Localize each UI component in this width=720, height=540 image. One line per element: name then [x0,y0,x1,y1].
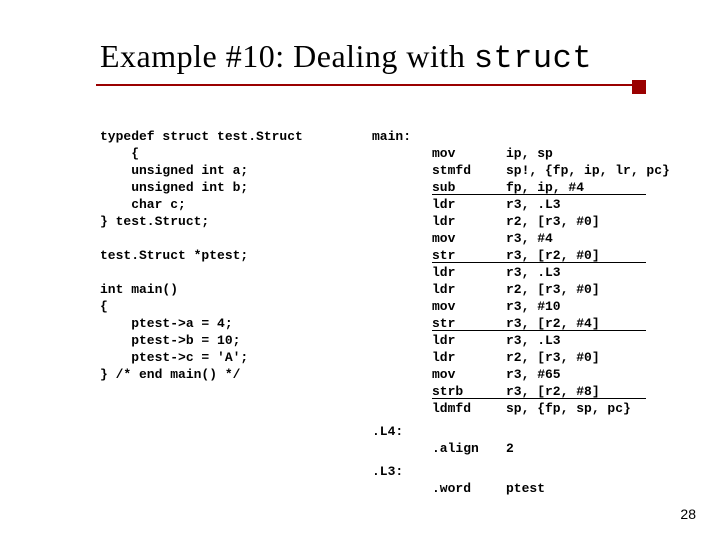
asm-group-underline [432,398,646,399]
asm-row: .L4: [372,423,670,440]
asm-label [372,230,432,247]
asm-row: .wordptest [372,480,670,497]
asm-label [372,247,432,264]
asm-label [372,281,432,298]
asm-label [372,400,432,417]
asm-label: .L3: [372,463,432,480]
asm-op: mov [432,145,506,162]
asm-op: ldr [432,213,506,230]
asm-row: .L3: [372,463,670,480]
asm-args: r3, .L3 [506,196,670,213]
asm-label: .L4: [372,423,432,440]
title-text: Example #10: Dealing with [100,38,474,74]
asm-args [506,423,670,440]
asm-label [372,264,432,281]
asm-op: ldr [432,196,506,213]
asm-row: ldrr3, .L3 [372,332,670,349]
asm-args: r2, [r3, #0] [506,349,670,366]
asm-op: stmfd [432,162,506,179]
asm-row: ldmfdsp, {fp, sp, pc} [372,400,670,417]
asm-row: movr3, #4 [372,230,670,247]
page-number: 28 [680,506,696,522]
title-accent-box [632,80,646,94]
asm-args: ip, sp [506,145,670,162]
asm-op: .word [432,480,506,497]
asm-args: sp!, {fp, ip, lr, pc} [506,162,670,179]
asm-row: movip, sp [372,145,670,162]
asm-label [372,332,432,349]
asm-label [372,480,432,497]
asm-label [372,196,432,213]
asm-op [432,423,506,440]
asm-label [372,349,432,366]
asm-group-underline [432,330,646,331]
asm-args: r2, [r3, #0] [506,281,670,298]
asm-op [432,128,506,145]
asm-label [372,315,432,332]
asm-args: sp, {fp, sp, pc} [506,400,670,417]
asm-label [372,145,432,162]
asm-op: ldr [432,281,506,298]
asm-op: mov [432,230,506,247]
asm-row: .align2 [372,440,670,457]
asm-row: ldrr2, [r3, #0] [372,281,670,298]
asm-row: ldrr3, .L3 [372,264,670,281]
asm-op: ldr [432,332,506,349]
asm-args [506,463,670,480]
asm-label [372,366,432,383]
asm-op [432,463,506,480]
asm-args: r2, [r3, #0] [506,213,670,230]
asm-args: r3, .L3 [506,264,670,281]
asm-row: movr3, #10 [372,298,670,315]
asm-group-underline [432,262,646,263]
asm-args [506,128,670,145]
asm-op: ldr [432,349,506,366]
asm-args: r3, #65 [506,366,670,383]
asm-op: ldr [432,264,506,281]
asm-op: mov [432,298,506,315]
asm-label [372,383,432,400]
asm-label: main: [372,128,432,145]
assembly-listing: main:movip, spstmfdsp!, {fp, ip, lr, pc}… [372,128,670,497]
asm-args: ptest [506,480,670,497]
asm-label [372,162,432,179]
slide: Example #10: Dealing with struct typedef… [0,0,720,540]
title-keyword: struct [474,40,592,77]
slide-title: Example #10: Dealing with struct [100,38,592,77]
asm-args: r3, .L3 [506,332,670,349]
asm-op: .align [432,440,506,457]
asm-row: ldrr2, [r3, #0] [372,349,670,366]
asm-label [372,179,432,196]
asm-row: ldrr3, .L3 [372,196,670,213]
asm-row: movr3, #65 [372,366,670,383]
asm-op: ldmfd [432,400,506,417]
c-source-code: typedef struct test.Struct { unsigned in… [100,128,303,383]
asm-row: main: [372,128,670,145]
asm-label [372,298,432,315]
asm-group-underline [432,194,646,195]
asm-args: r3, #4 [506,230,670,247]
asm-label [372,213,432,230]
asm-label [372,440,432,457]
assembly-table: main:movip, spstmfdsp!, {fp, ip, lr, pc}… [372,128,670,497]
asm-row: stmfdsp!, {fp, ip, lr, pc} [372,162,670,179]
asm-args: r3, #10 [506,298,670,315]
asm-row: ldrr2, [r3, #0] [372,213,670,230]
asm-args: 2 [506,440,670,457]
title-underline [96,84,636,86]
asm-op: mov [432,366,506,383]
